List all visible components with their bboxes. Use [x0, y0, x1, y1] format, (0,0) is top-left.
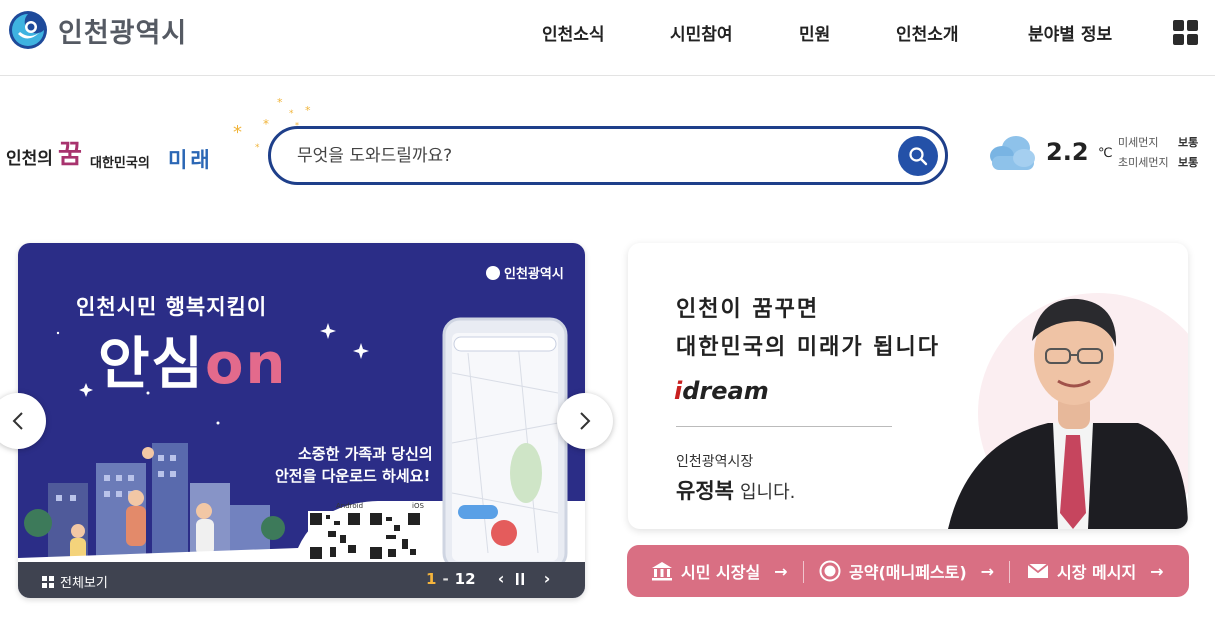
banner-copy-line1: 소중한 가족과 당신의 — [298, 445, 433, 463]
search-bar — [268, 126, 948, 185]
building-icon — [652, 562, 672, 581]
cloud-icon — [990, 136, 1035, 170]
idream-brand: idream — [674, 377, 769, 405]
chevron-left-icon — [12, 412, 23, 430]
qr-android-label: Android — [336, 502, 364, 510]
mayor-links-bar: 시민 시장실 → 공약(매니페스토) → 시장 메시지 → — [627, 545, 1189, 597]
banner-control-bar: 전체보기 1-12 ‹ › — [18, 562, 585, 598]
fine-dust-row: 미세먼지 보통 — [1118, 134, 1198, 150]
incheon-logo-icon — [9, 11, 47, 49]
slogan-part1: 인천의 — [6, 149, 53, 169]
mayor-message-label: 시장 메시지 — [1057, 563, 1137, 582]
slogan-future: 미래 — [168, 148, 213, 172]
svg-text:*: * — [263, 117, 269, 131]
slogan-part2: 대한민국의 — [90, 156, 150, 171]
slide-pause-icon[interactable] — [515, 569, 533, 589]
search-icon — [909, 147, 928, 166]
mayor-name-suffix: 입니다. — [739, 482, 796, 503]
search-button[interactable] — [898, 136, 938, 176]
svg-text:*: * — [277, 96, 283, 109]
arrow-right-icon: → — [1150, 561, 1164, 581]
mayor-card[interactable]: 인천이 꿈꾸면 대한민국의 미래가 됩니다 idream 인천광역시장 유정복 입… — [628, 243, 1188, 529]
mayor-photo — [948, 293, 1188, 529]
banner-next-button[interactable] — [557, 393, 613, 449]
manifesto-link[interactable]: 공약(매니페스토) → — [819, 545, 994, 597]
slide-current: 1 — [426, 570, 437, 588]
nav-item-civil-service[interactable]: 민원 — [799, 20, 830, 45]
grid-small-icon — [42, 575, 54, 588]
slide-total: 12 — [454, 570, 476, 588]
mayor-name: 유정복 입니다. — [676, 475, 795, 505]
view-all-label: 전체보기 — [60, 576, 108, 591]
search-input[interactable] — [297, 141, 887, 171]
all-menu-grid-icon[interactable] — [1173, 20, 1199, 46]
citizen-mayor-office-label: 시민 시장실 — [681, 563, 761, 582]
slide-separator: - — [442, 570, 449, 588]
nav-item-news[interactable]: 인천소식 — [542, 20, 605, 45]
temperature-unit: ℃ — [1098, 146, 1113, 161]
divider — [1009, 561, 1010, 583]
mayor-name-text: 유정복 — [676, 479, 734, 503]
nav-item-about[interactable]: 인천소개 — [896, 20, 959, 45]
site-logo[interactable]: 인천광역시 — [8, 10, 187, 50]
idream-text: dream — [682, 377, 769, 405]
citizen-mayor-office-link[interactable]: 시민 시장실 → — [651, 545, 788, 597]
mayor-message-link[interactable]: 시장 메시지 → — [1027, 545, 1164, 597]
mayor-slogan-line2: 대한민국의 미래가 됩니다 — [676, 335, 940, 360]
slogan-dream: 꿈 — [58, 140, 82, 170]
mayor-divider — [676, 426, 892, 427]
banner-title-main: 안심 — [98, 332, 206, 397]
main-banner-slider[interactable]: 인천광역시 인천시민 행복지킴이 안심on 소중한 가족과 당신의 안전을 다운… — [18, 243, 585, 598]
slide-next-icon[interactable]: › — [538, 569, 556, 589]
logo-text: 인천광역시 — [58, 17, 188, 49]
nav-item-participation[interactable]: 시민참여 — [670, 20, 733, 45]
banner-copy-line2: 안전을 다운로드 하세요! — [275, 467, 431, 485]
arrow-right-icon: → — [774, 561, 788, 581]
banner-title: 안심on — [98, 319, 287, 400]
svg-text:*: * — [305, 104, 311, 117]
fine-dust-value: 보통 — [1178, 136, 1199, 149]
qr-ios-label: iOS — [412, 502, 424, 510]
banner-subtitle: 인천시민 행복지킴이 — [76, 295, 268, 319]
arrow-right-icon: → — [980, 561, 995, 581]
weather-widget[interactable]: 2.2 ℃ 미세먼지 보통 초미세먼지 보통 — [986, 128, 1206, 178]
banner-title-accent: on — [205, 332, 288, 397]
view-all-button[interactable]: 전체보기 — [42, 572, 108, 591]
slide-prev-icon[interactable]: ‹ — [492, 569, 510, 589]
mayor-slogan-line1: 인천이 꿈꾸면 — [676, 297, 820, 322]
banner-logo-text: 인천광역시 — [504, 267, 564, 282]
ultrafine-dust-label: 초미세먼지 — [1118, 156, 1169, 169]
site-header: 인천광역시 인천소식 시민참여 민원 인천소개 분야별 정보 — [0, 0, 1215, 76]
banner-logo: 인천광역시 — [486, 263, 564, 282]
slide-counter: 1-12 — [426, 570, 476, 588]
idream-i: i — [674, 377, 683, 405]
chevron-right-icon — [580, 412, 591, 430]
ultrafine-dust-row: 초미세먼지 보통 — [1118, 154, 1198, 170]
ultrafine-dust-value: 보통 — [1178, 156, 1199, 169]
city-slogan: 인천의 꿈 대한민국의 미래 — [6, 132, 246, 184]
coin-icon — [819, 560, 841, 582]
svg-text:*: * — [289, 109, 294, 119]
mayor-role: 인천광역시장 — [676, 454, 754, 470]
incheon-small-logo-icon — [486, 265, 500, 280]
envelope-icon — [1027, 563, 1049, 578]
fine-dust-label: 미세먼지 — [1118, 136, 1159, 149]
divider — [803, 561, 804, 583]
temperature-value: 2.2 — [1046, 138, 1089, 166]
manifesto-label: 공약(매니페스토) — [849, 563, 967, 582]
nav-item-field-info[interactable]: 분야별 정보 — [1028, 20, 1112, 45]
svg-text:*: * — [255, 143, 260, 153]
